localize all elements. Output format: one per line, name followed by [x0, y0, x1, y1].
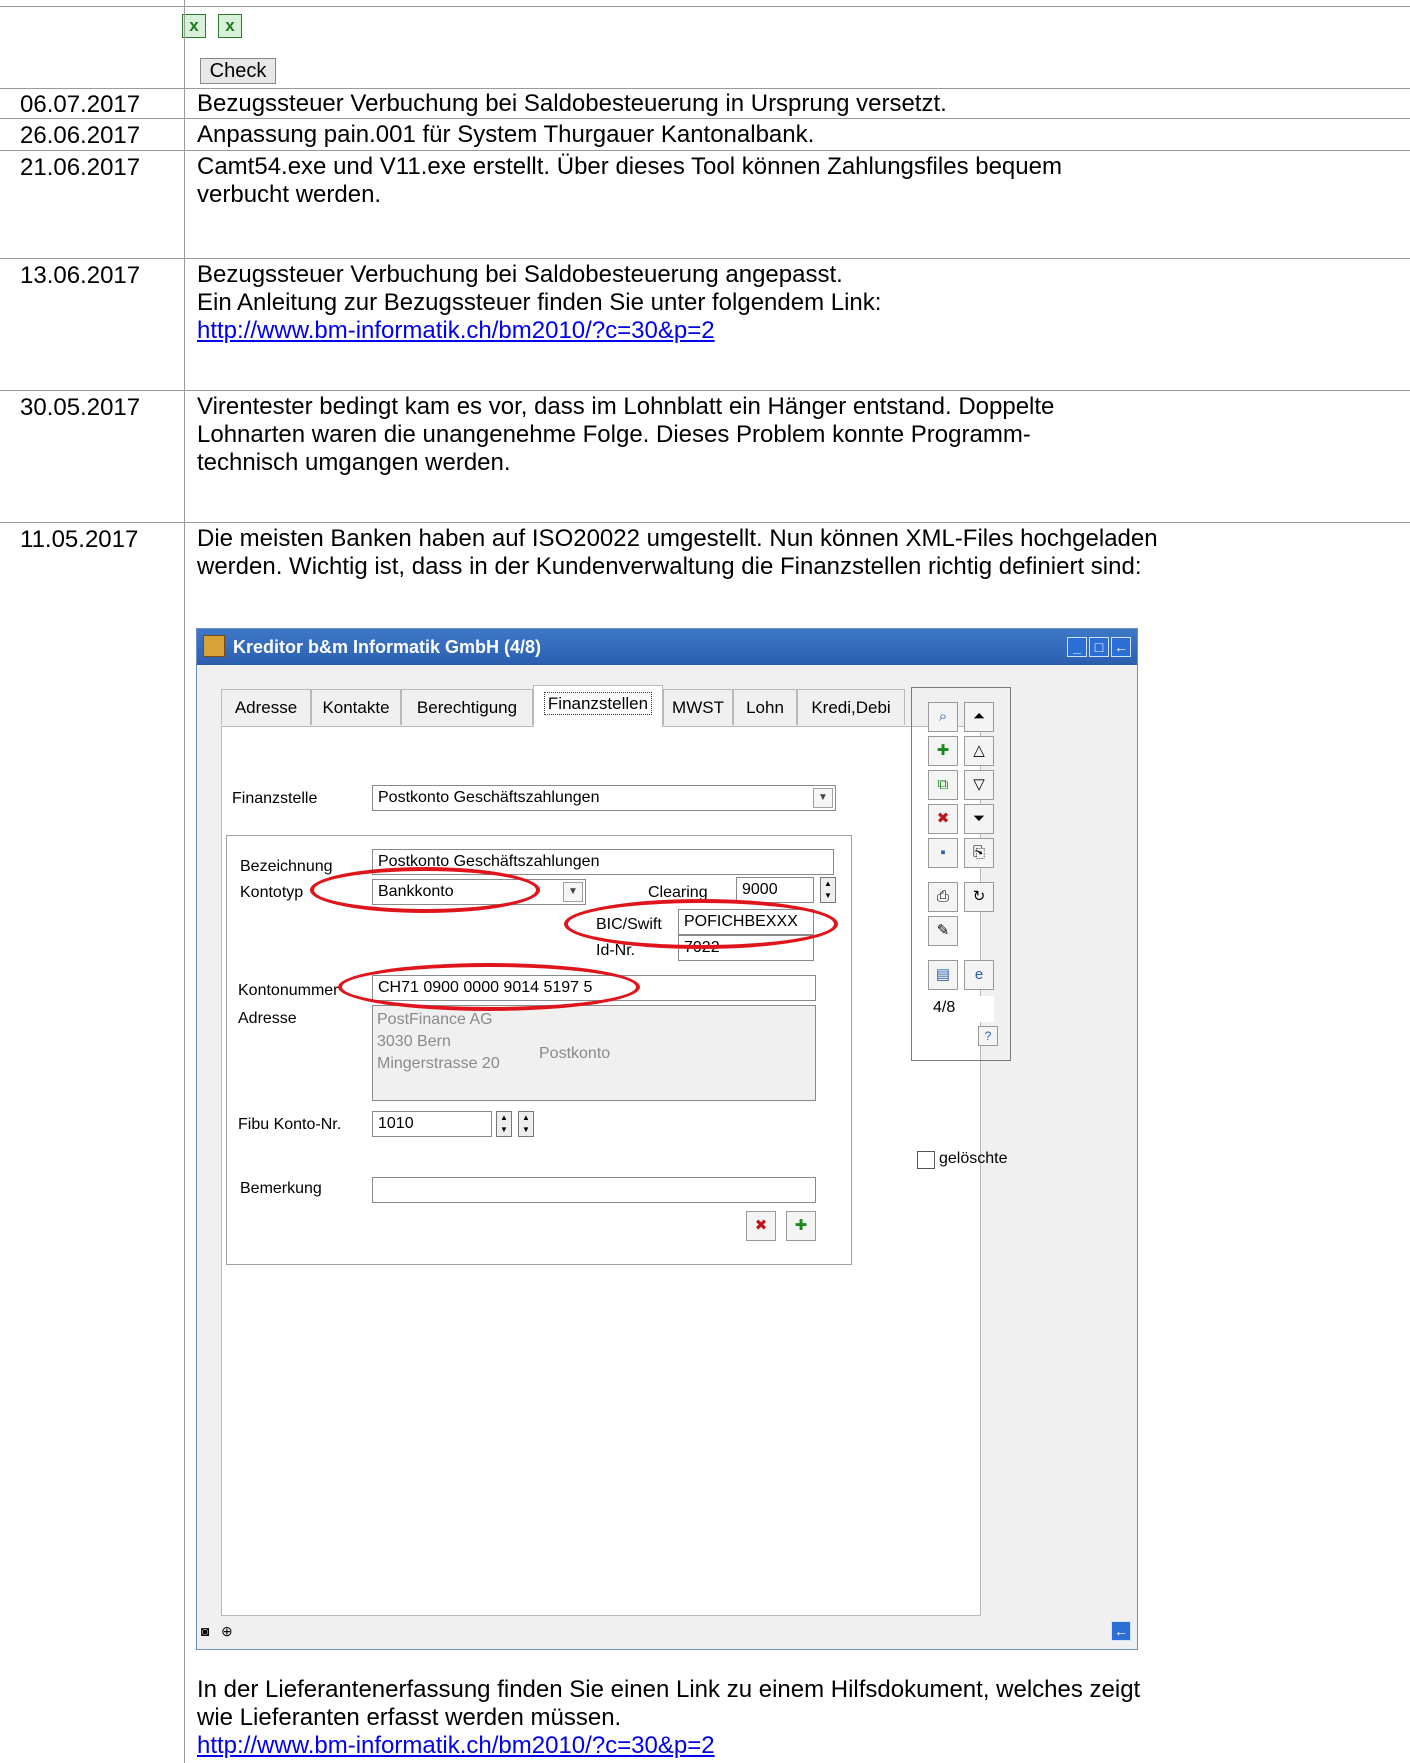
highlight-ellipse — [338, 963, 640, 1011]
last-record-icon[interactable]: ⏷ — [964, 804, 994, 834]
entry-date: 06.07.2017 — [20, 91, 141, 118]
previous-record-icon[interactable]: △ — [964, 736, 994, 766]
copy-record-icon[interactable]: ⧉ — [928, 770, 958, 800]
entry-text: Bezugssteuer Verbuchung bei Saldobesteue… — [197, 261, 882, 344]
fibu-lookup-stepper[interactable]: ▲ ▼ — [518, 1111, 534, 1137]
entry-text: Die meisten Banken haben auf ISO20022 um… — [197, 525, 1158, 580]
clearing-input[interactable]: 9000 — [736, 877, 814, 903]
entry-date: 13.06.2017 — [20, 262, 141, 289]
chevron-down-icon[interactable]: ▼ — [813, 788, 833, 808]
fibu-stepper[interactable]: ▲ ▼ — [496, 1111, 512, 1137]
adresse-box: PostFinance AG 3030 Bern Mingerstrasse 2… — [372, 1005, 816, 1101]
entry-text: In der Lieferantenerfassung finden Sie e… — [197, 1676, 1141, 1759]
bezeichnung-label: Bezeichnung — [240, 858, 333, 875]
column-divider — [184, 0, 185, 1763]
entry-text: Anpassung pain.001 für System Thurgauer … — [197, 121, 815, 148]
next-record-icon[interactable]: ▽ — [964, 770, 994, 800]
kontotyp-label: Kontotyp — [240, 884, 304, 901]
refresh-icon[interactable]: ↻ — [964, 882, 994, 912]
clearing-stepper[interactable]: ▲ ▼ — [820, 877, 836, 903]
tab-berechtigung[interactable]: Berechtigung — [401, 689, 533, 725]
record-counter: 4/8 — [928, 996, 994, 1022]
adresse-label: Adresse — [238, 1010, 297, 1027]
help-icon[interactable]: ? — [978, 1026, 998, 1046]
deleted-label: gelöschte — [939, 1150, 1008, 1167]
maximize-icon[interactable]: □ — [1089, 637, 1109, 657]
add-icon[interactable]: ✚ — [786, 1211, 816, 1241]
back-arrow-icon[interactable]: ← — [1111, 1621, 1131, 1641]
help-link[interactable]: http://www.bm-informatik.ch/bm2010/?c=30… — [197, 1732, 715, 1759]
entry-text: Camt54.exe und V11.exe erstellt. Über di… — [197, 153, 1062, 208]
camera-icon[interactable]: ◙ — [201, 1623, 209, 1639]
row-divider — [0, 150, 1410, 151]
delete-record-icon[interactable]: ✖ — [928, 804, 958, 834]
first-record-icon[interactable]: ⏶ — [964, 702, 994, 732]
row-divider — [0, 6, 1410, 7]
action-sidebar: ⌕ ⏶ ✚ △ ⧉ ▽ ✖ ⏷ ▪ ⎘ ⎙ ↻ ✎ ▤ e 4/8 ? — [911, 687, 1011, 1061]
tab-kredi-debi[interactable]: Kredi,Debi — [797, 689, 905, 725]
entry-date: 21.06.2017 — [20, 154, 141, 181]
zoom-icon[interactable]: ⊕ — [221, 1623, 233, 1640]
entry-text: Virentester bedingt kam es vor, dass im … — [197, 393, 1055, 476]
bemerkung-label: Bemerkung — [240, 1180, 322, 1197]
print-icon[interactable]: ⎙ — [928, 882, 958, 912]
add-record-icon[interactable]: ✚ — [928, 736, 958, 766]
fibu-input[interactable]: 1010 — [372, 1111, 492, 1137]
finanzstelle-select[interactable]: Postkonto Geschäftszahlungen ▼ — [372, 785, 836, 811]
app-icon — [203, 635, 225, 657]
highlight-ellipse — [310, 867, 540, 913]
tools-icon[interactable]: ✎ — [928, 916, 958, 946]
window-title: Kreditor b&m Informatik GmbH (4/8) — [233, 637, 542, 657]
browser-icon[interactable]: e — [964, 960, 994, 990]
title-bar: Kreditor b&m Informatik GmbH (4/8) _ □ ← — [197, 629, 1137, 665]
help-link[interactable]: http://www.bm-informatik.ch/bm2010/?c=30… — [197, 317, 715, 344]
highlight-ellipse — [564, 899, 838, 949]
deleted-checkbox[interactable] — [917, 1151, 935, 1169]
entry-date: 30.05.2017 — [20, 394, 141, 421]
excel-icon[interactable]: x — [182, 14, 206, 38]
bemerkung-input[interactable] — [372, 1177, 816, 1203]
contact-card-icon[interactable]: ▤ — [928, 960, 958, 990]
tab-adresse[interactable]: Adresse — [221, 689, 311, 725]
export-icon[interactable]: ⎘ — [964, 838, 994, 868]
finanzstellen-panel: Finanzstelle Postkonto Geschäftszahlunge… — [221, 726, 981, 1616]
kreditor-window: Kreditor b&m Informatik GmbH (4/8) _ □ ←… — [196, 628, 1138, 1650]
row-divider — [0, 258, 1410, 259]
tab-kontakte[interactable]: Kontakte — [311, 689, 401, 725]
entry-date: 11.05.2017 — [20, 526, 139, 553]
entry-date: 26.06.2017 — [20, 122, 141, 149]
tab-mwst[interactable]: MWST — [663, 689, 733, 725]
kontonummer-label: Kontonummer — [238, 982, 339, 999]
minimize-icon[interactable]: _ — [1067, 637, 1087, 657]
tab-finanzstellen[interactable]: Finanzstellen — [533, 685, 663, 727]
delete-icon[interactable]: ✖ — [746, 1211, 776, 1241]
fibu-label: Fibu Konto-Nr. — [238, 1116, 342, 1133]
row-divider — [0, 522, 1410, 523]
back-arrow-icon[interactable]: ← — [1111, 637, 1131, 657]
row-divider — [0, 118, 1410, 119]
finanzstelle-label: Finanzstelle — [232, 790, 318, 807]
entry-text: Bezugssteuer Verbuchung bei Saldobesteue… — [197, 90, 947, 117]
search-icon[interactable]: ⌕ — [928, 702, 958, 732]
row-divider — [0, 390, 1410, 391]
check-button[interactable]: Check — [200, 58, 276, 84]
chevron-down-icon[interactable]: ▼ — [563, 882, 583, 902]
row-divider — [0, 88, 1410, 89]
excel-icon[interactable]: x — [218, 14, 242, 38]
save-icon[interactable]: ▪ — [928, 838, 958, 868]
tab-lohn[interactable]: Lohn — [733, 689, 797, 725]
